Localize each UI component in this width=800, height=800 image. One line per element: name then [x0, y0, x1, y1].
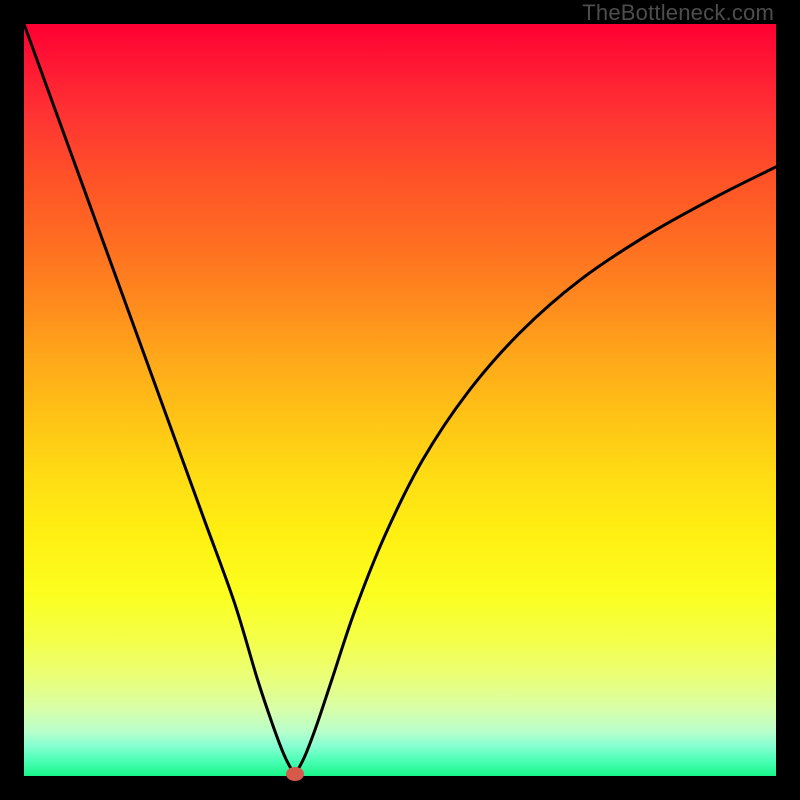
optimum-marker — [286, 767, 304, 781]
curve-svg — [24, 24, 776, 776]
chart-frame: TheBottleneck.com — [0, 0, 800, 800]
plot-area — [24, 24, 776, 776]
watermark-text: TheBottleneck.com — [582, 0, 774, 26]
bottleneck-curve — [24, 24, 776, 772]
